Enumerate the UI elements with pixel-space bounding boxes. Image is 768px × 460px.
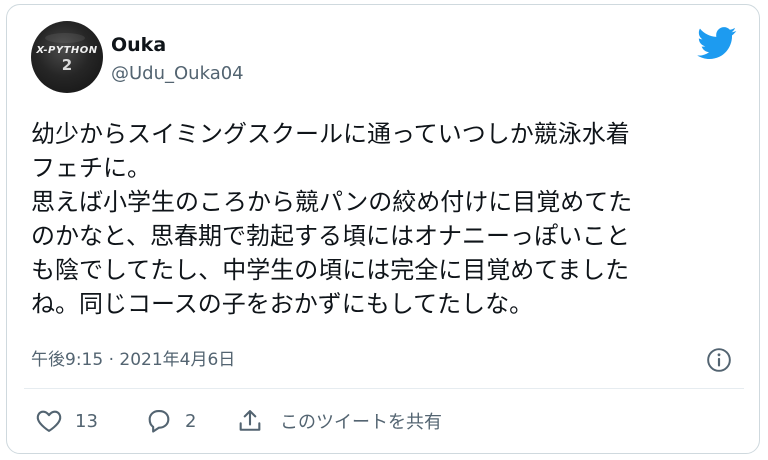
share-button[interactable]: このツイートを共有 (236, 406, 442, 436)
heart-icon (36, 410, 62, 432)
reply-bubble-icon (148, 410, 170, 433)
tweet-text-line: 思えば小学生のころから競パンの絞め付けに目覚めてた (31, 188, 633, 216)
author-display-name[interactable]: Ouka (111, 33, 166, 57)
share-icon (239, 410, 261, 431)
tweet-text-line: 幼少からスイミングスクールに通っていつしか競泳水着 (31, 120, 630, 148)
tweet-text-line: のかなと、思春期で勃起する頃にはオナニーっぽいこと (31, 222, 631, 250)
avatar[interactable]: X-PYTHON 2 (31, 21, 103, 93)
divider (24, 388, 744, 389)
twitter-bird-icon[interactable] (697, 27, 737, 60)
tweet-text-line: も陰でしてたし、中学生の頃には完全に目覚めてました (31, 256, 630, 284)
author-handle[interactable]: @Udu_Ouka04 (111, 63, 244, 85)
tweet-text-line: ね。同じコースの子をおかずにもしてたしな。 (31, 290, 534, 318)
like-count: 13 (75, 410, 98, 432)
tweet-text-line: フェチに。 (31, 154, 151, 182)
tweet-text: 幼少からスイミングスクールに通っていつしか競泳水着 フェチに。 思えば小学生のこ… (31, 117, 741, 321)
share-label: このツイートを共有 (280, 412, 442, 433)
avatar-number-text: 2 (61, 56, 73, 74)
reply-count: 2 (185, 410, 197, 432)
info-icon[interactable] (706, 347, 732, 373)
tweet-timestamp[interactable]: 午後9:15 · 2021年4月6日 (31, 349, 235, 371)
reply-button[interactable]: 2 (145, 406, 196, 436)
avatar-brand-text: X-PYTHON (36, 45, 98, 56)
like-button[interactable]: 13 (35, 406, 98, 436)
